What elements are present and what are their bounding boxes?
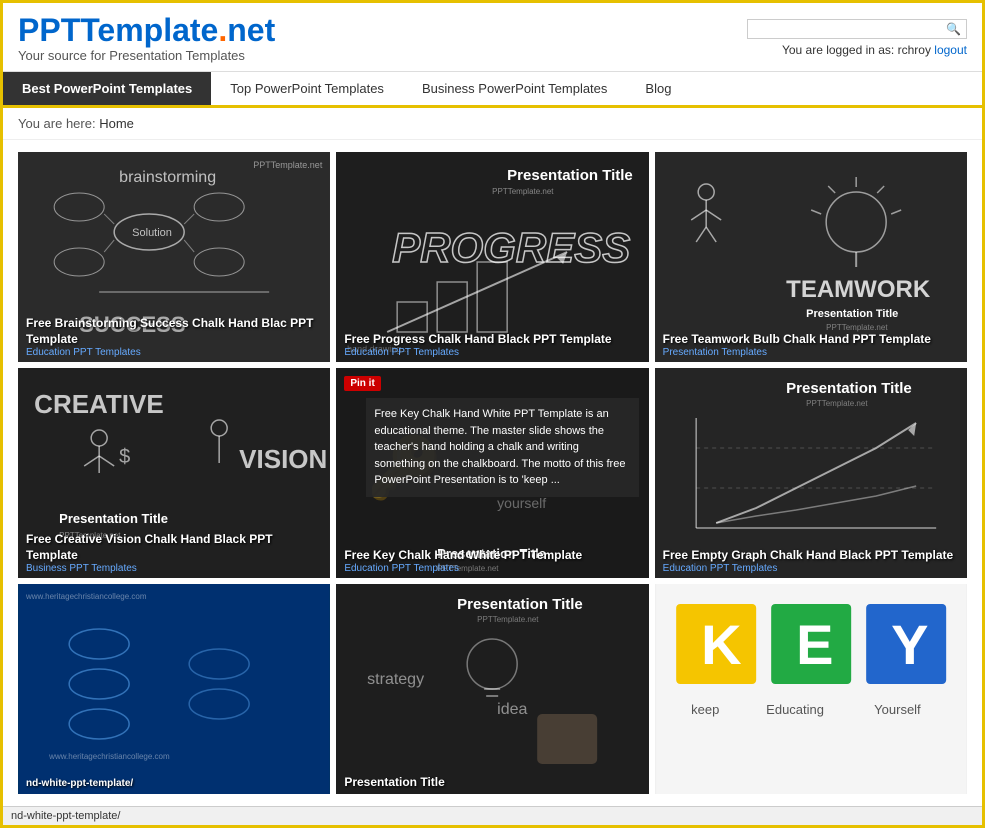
template-grid: brainstorming Solution SUCCESS PPTTempla… (3, 140, 982, 806)
tooltip-text: Free Key Chalk Hand White PPT Template i… (374, 408, 625, 486)
logo-subtitle: Your source for Presentation Templates (18, 48, 275, 63)
nav: Best PowerPoint Templates Top PowerPoint… (3, 72, 982, 108)
svg-text:PROGRESS: PROGRESS (392, 224, 630, 271)
svg-text:Presentation Title: Presentation Title (806, 308, 898, 320)
svg-text:VISION: VISION (239, 444, 327, 474)
card-3-title: Free Teamwork Bulb Chalk Hand PPT Templa… (663, 332, 959, 348)
card-3-category: Presentation Templates (663, 347, 959, 358)
logout-link[interactable]: logout (934, 43, 967, 57)
search-box[interactable]: 🔍 (747, 19, 967, 39)
card-1-overlay: Free Brainstorming Success Chalk Hand Bl… (18, 310, 330, 362)
breadcrumb: You are here: Home (3, 108, 982, 140)
card-1-title: Free Brainstorming Success Chalk Hand Bl… (26, 316, 322, 347)
pinterest-button[interactable]: Pin it (344, 376, 380, 391)
card-8-title: Presentation Title (344, 775, 640, 791)
svg-text:Presentation Title: Presentation Title (59, 511, 168, 526)
svg-text:yourself: yourself (497, 495, 546, 511)
login-info: You are logged in as: rchroy logout (782, 43, 967, 57)
header-right: 🔍 You are logged in as: rchroy logout (747, 19, 967, 57)
card-7-overlay: nd-white-ppt-template/ (18, 771, 330, 794)
logo-area: PPTTemplate.net Your source for Presenta… (18, 13, 275, 63)
breadcrumb-prefix: You are here: (18, 116, 96, 131)
card-8[interactable]: Presentation Title PPTTemplate.net strat… (336, 584, 648, 794)
card-1[interactable]: brainstorming Solution SUCCESS PPTTempla… (18, 152, 330, 362)
card-7-title: nd-white-ppt-template/ (26, 777, 322, 790)
svg-text:TEAMWORK: TEAMWORK (786, 276, 931, 303)
search-icon[interactable]: 🔍 (946, 22, 961, 36)
card-4-category: Business PPT Templates (26, 563, 322, 574)
card-4-overlay: Free Creative Vision Chalk Hand Black PP… (18, 526, 330, 578)
pinterest-tooltip: Free Key Chalk Hand White PPT Template i… (366, 398, 638, 497)
search-input[interactable] (753, 22, 946, 36)
card-7[interactable]: www.heritagechristiancollege.com www.her… (18, 584, 330, 794)
card-7-watermark: www.heritagechristiancollege.com (26, 592, 322, 754)
card-1-watermark: PPTTemplate.net (253, 160, 322, 170)
logo-net: net (227, 12, 275, 48)
nav-business[interactable]: Business PowerPoint Templates (403, 72, 626, 105)
svg-text:keep: keep (691, 702, 719, 717)
logo-ppt: PPT (18, 12, 80, 48)
svg-text:CREATIVE: CREATIVE (34, 389, 164, 419)
card-2-overlay: Free Progress Chalk Hand Black PPT Templ… (336, 326, 648, 363)
card-5-title: Free Key Chalk Hand White PPT Template (344, 548, 640, 564)
logo-template: Template (80, 12, 218, 48)
nav-blog[interactable]: Blog (626, 72, 690, 105)
logo[interactable]: PPTTemplate.net (18, 13, 275, 48)
card-2-category: Education PPT Templates (344, 347, 640, 358)
login-text: You are logged in as: rchroy (782, 43, 931, 57)
svg-text:$: $ (119, 446, 130, 468)
logo-dot: . (218, 12, 227, 48)
card-3[interactable]: TEAMWORK Presentation Title PPTTemplate.… (655, 152, 967, 362)
card-5[interactable]: 🔑 Presentation Title PPTTemplate.net you… (336, 368, 648, 578)
svg-text:Presentation Title: Presentation Title (786, 380, 912, 397)
card-6-category: Education PPT Templates (663, 563, 959, 574)
card-6-overlay: Free Empty Graph Chalk Hand Black PPT Te… (655, 542, 967, 579)
nav-best[interactable]: Best PowerPoint Templates (3, 72, 211, 105)
svg-text:idea: idea (497, 701, 527, 718)
card-6-title: Free Empty Graph Chalk Hand Black PPT Te… (663, 548, 959, 564)
svg-text:PPTTemplate.net: PPTTemplate.net (806, 399, 868, 408)
card-9[interactable]: K E Y keep Educating Yourself (655, 584, 967, 794)
svg-text:E: E (796, 613, 833, 676)
svg-text:Educating: Educating (766, 702, 824, 717)
svg-text:Presentation Title: Presentation Title (507, 167, 633, 184)
card-5-category: Education PPT Templates (344, 563, 640, 574)
svg-text:Y: Y (891, 613, 928, 676)
status-bar: nd-white-ppt-template/ (3, 806, 982, 825)
svg-text:PPTTemplate.net: PPTTemplate.net (477, 615, 539, 624)
card-8-overlay: Presentation Title (336, 769, 648, 795)
svg-text:PPTTemplate.net: PPTTemplate.net (492, 187, 554, 196)
nav-top[interactable]: Top PowerPoint Templates (211, 72, 403, 105)
card-1-category: Education PPT Templates (26, 347, 322, 358)
card-2-title: Free Progress Chalk Hand Black PPT Templ… (344, 332, 640, 348)
svg-text:brainstorming: brainstorming (119, 169, 216, 186)
svg-text:strategy: strategy (367, 671, 424, 688)
card-2[interactable]: Presentation Title PPTTemplate.net PROGR… (336, 152, 648, 362)
breadcrumb-home: Home (99, 116, 134, 131)
svg-text:K: K (701, 613, 741, 676)
card-6[interactable]: Presentation Title PPTTemplate.net Free … (655, 368, 967, 578)
header: PPTTemplate.net Your source for Presenta… (3, 3, 982, 72)
card-4[interactable]: CREATIVE $ VISION Presentation Title PPT… (18, 368, 330, 578)
card-5-overlay: Free Key Chalk Hand White PPT Template E… (336, 542, 648, 579)
card-3-overlay: Free Teamwork Bulb Chalk Hand PPT Templa… (655, 326, 967, 363)
card-4-title: Free Creative Vision Chalk Hand Black PP… (26, 532, 322, 563)
svg-text:Solution: Solution (132, 227, 172, 239)
svg-text:Presentation Title: Presentation Title (457, 596, 583, 613)
svg-text:Yourself: Yourself (874, 702, 921, 717)
status-url: nd-white-ppt-template/ (11, 810, 120, 822)
